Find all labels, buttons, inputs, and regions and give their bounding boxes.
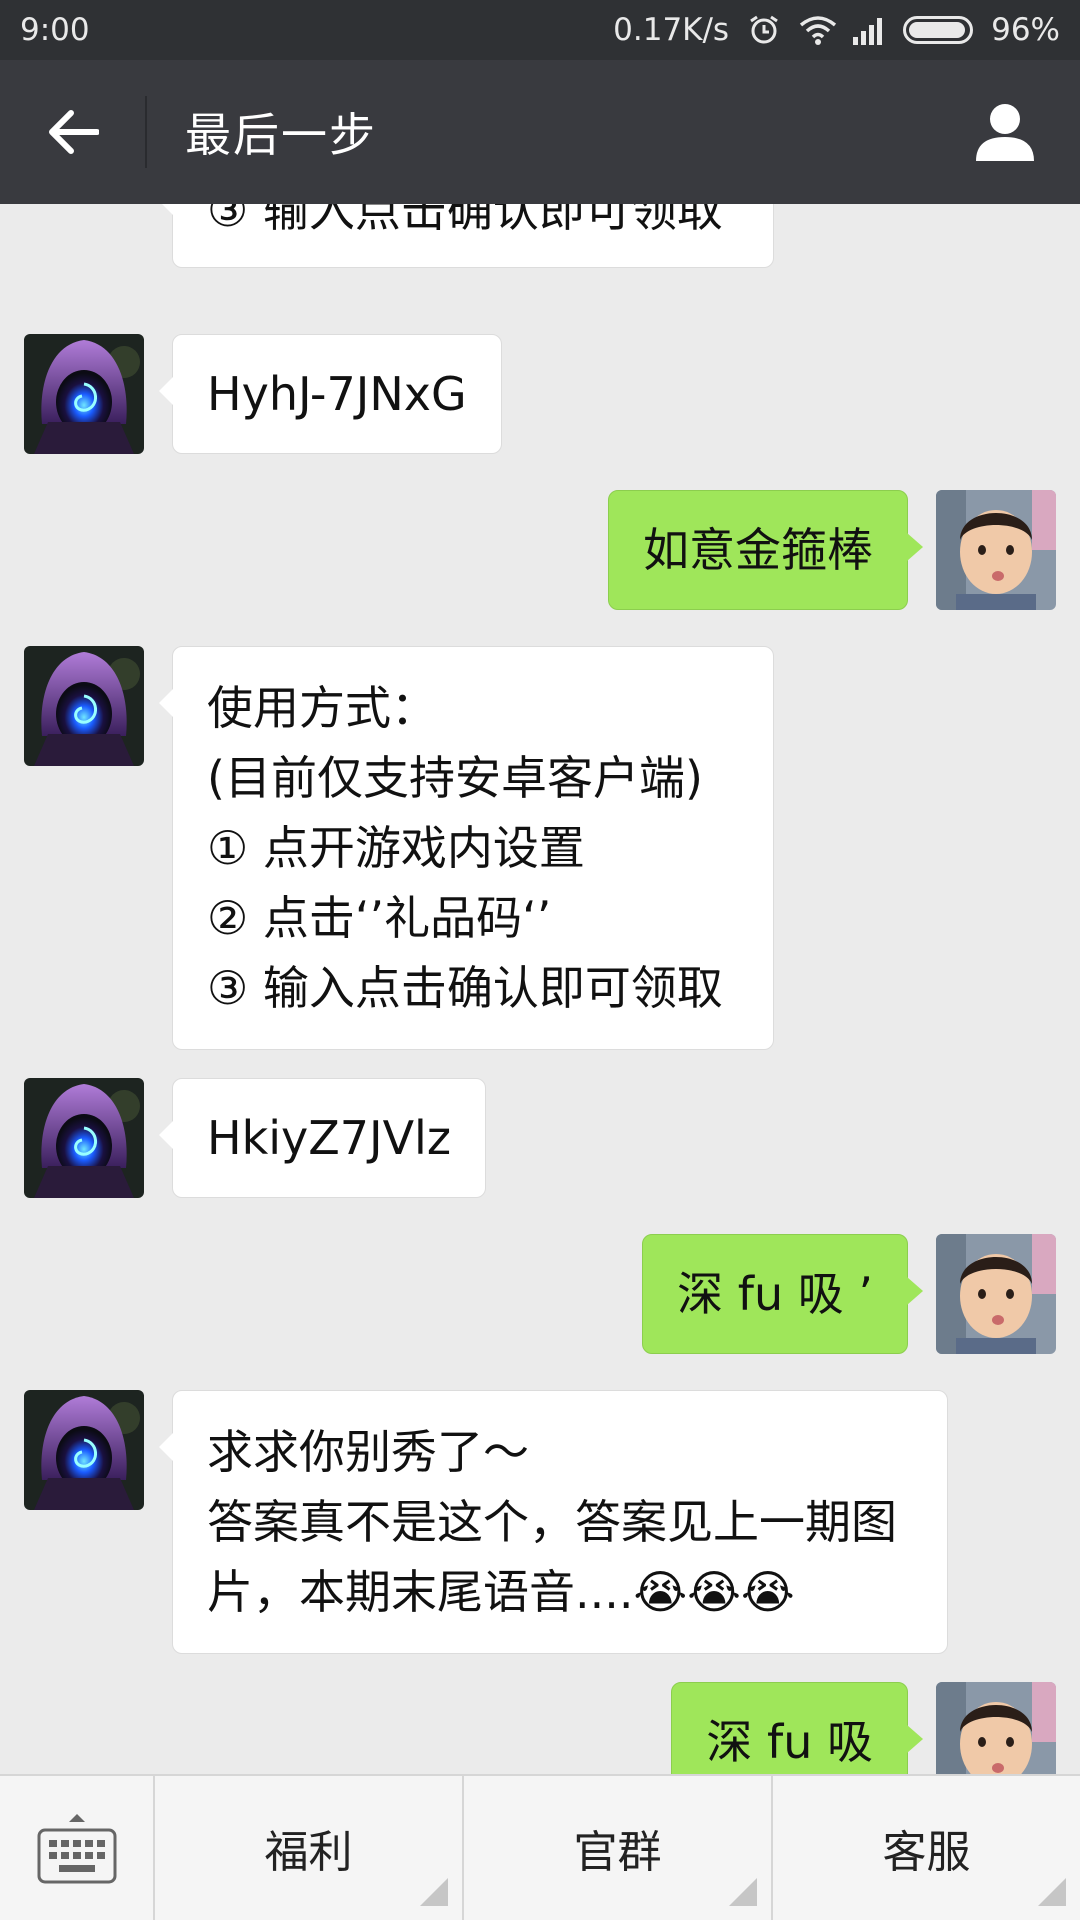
signal-icon	[851, 15, 885, 45]
message-bubble-outgoing[interactable]: 深 fu 吸 ’	[642, 1234, 923, 1354]
back-button[interactable]	[0, 60, 145, 204]
bot-avatar[interactable]	[24, 1390, 144, 1510]
message-bubble-incoming[interactable]: HyhJ-7JNxG	[159, 334, 502, 454]
user-avatar[interactable]	[936, 1234, 1056, 1354]
child-photo-avatar-image	[936, 1234, 1056, 1354]
message-bubble-incoming[interactable]: HkiyZ7JVlz	[159, 1078, 486, 1198]
menu-item-label: 福利	[264, 1827, 353, 1878]
hooded-mage-avatar-image	[24, 1078, 144, 1198]
keyboard-icon	[37, 1814, 116, 1884]
status-time: 9:00	[20, 12, 90, 48]
hooded-mage-avatar-image	[24, 334, 144, 454]
user-avatar[interactable]	[936, 490, 1056, 610]
chat-area[interactable]: ③ 输入点击确认即可领取 HyhJ-7JNxG 如意金箍棒 使用方式： (目前仅…	[0, 204, 1080, 1774]
alarm-icon	[747, 15, 781, 45]
submenu-indicator-icon	[729, 1878, 757, 1906]
message-bubble-outgoing[interactable]: 如意金箍棒	[608, 490, 923, 610]
keyboard-toggle-button[interactable]	[0, 1776, 155, 1920]
menu-item-label: 客服	[882, 1827, 971, 1878]
menu-item-welfare[interactable]: 福利	[155, 1776, 464, 1920]
profile-button[interactable]	[930, 60, 1080, 204]
network-speed: 0.17K/s	[613, 12, 730, 48]
submenu-indicator-icon	[1038, 1878, 1066, 1906]
bot-avatar[interactable]	[24, 1078, 144, 1198]
battery-icon	[903, 16, 974, 44]
message-bubble-outgoing[interactable]: 深 fu 吸	[671, 1682, 923, 1774]
bottom-menu: 福利 官群 客服	[0, 1774, 1080, 1920]
hooded-mage-avatar-image	[24, 1390, 144, 1510]
menu-item-official-group[interactable]: 官群	[464, 1776, 773, 1920]
menu-item-customer-service[interactable]: 客服	[773, 1776, 1080, 1920]
battery-percent: 96%	[991, 12, 1060, 48]
submenu-indicator-icon	[420, 1878, 448, 1906]
message-bubble-incoming[interactable]: ③ 输入点击确认即可领取	[159, 204, 774, 268]
status-icons: 0.17K/s 96%	[613, 12, 1060, 48]
page-title: 最后一步	[185, 108, 377, 162]
child-photo-avatar-image	[936, 1682, 1056, 1774]
bot-avatar[interactable]	[24, 334, 144, 454]
user-avatar[interactable]	[936, 1682, 1056, 1774]
status-bar: 9:00 0.17K/s 96%	[0, 0, 1080, 60]
bot-avatar[interactable]	[24, 646, 144, 766]
title-bar: 最后一步	[0, 60, 1080, 204]
message-bubble-incoming[interactable]: 使用方式： (目前仅支持安卓客户端) ① 点开游戏内设置 ② 点击‘’礼品码‘’…	[159, 646, 774, 1050]
person-icon	[976, 104, 1034, 161]
child-photo-avatar-image	[936, 490, 1056, 610]
menu-item-label: 官群	[573, 1827, 662, 1878]
hooded-mage-avatar-image	[24, 646, 144, 766]
wifi-icon	[799, 15, 837, 45]
back-arrow-icon	[48, 110, 99, 154]
message-bubble-incoming[interactable]: 求求你别秀了～ 答案真不是这个，答案见上一期图片，本期末尾语音....😭😭😭	[159, 1390, 948, 1654]
